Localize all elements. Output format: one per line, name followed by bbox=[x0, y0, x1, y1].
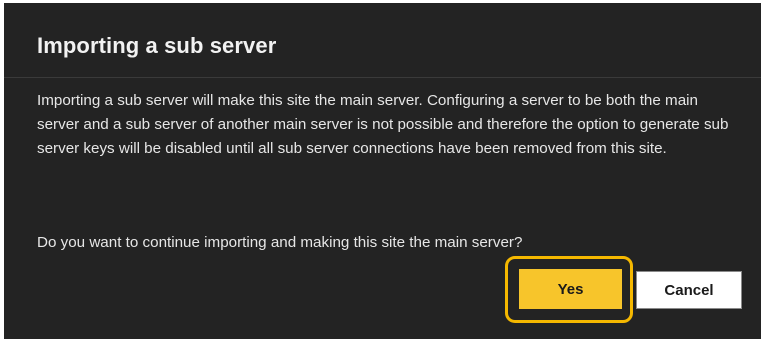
cancel-button[interactable]: Cancel bbox=[636, 271, 742, 309]
yes-button[interactable]: Yes bbox=[519, 269, 622, 309]
import-sub-server-dialog: Importing a sub server Importing a sub s… bbox=[4, 3, 761, 339]
dialog-question: Do you want to continue importing and ma… bbox=[37, 234, 523, 251]
dialog-title: Importing a sub server bbox=[37, 33, 277, 58]
dialog-message: Importing a sub server will make this si… bbox=[37, 92, 729, 157]
title-divider bbox=[4, 77, 761, 78]
